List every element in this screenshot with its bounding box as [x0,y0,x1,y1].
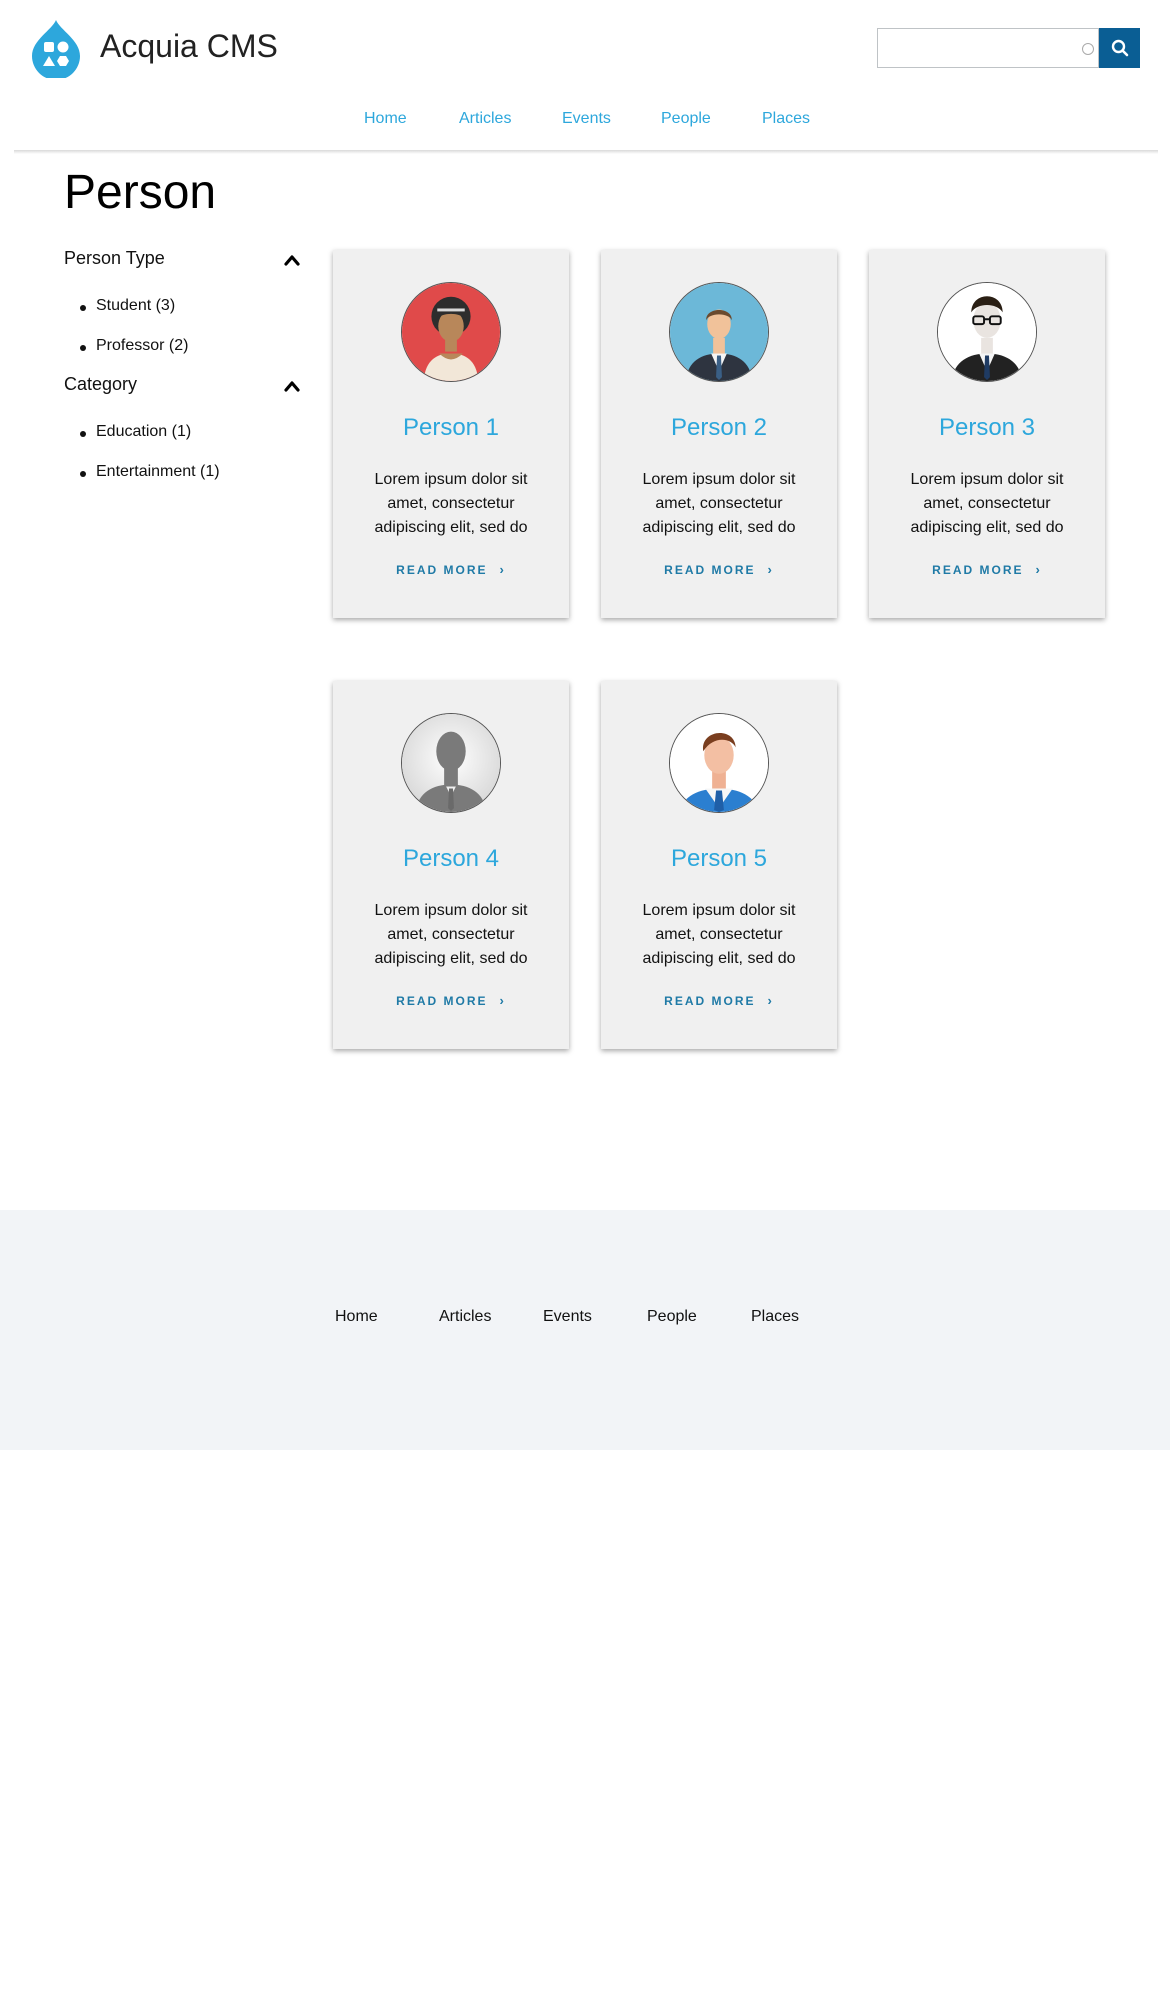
read-more-label: READ MORE [932,563,1024,577]
facet-toggle-person-type[interactable]: Person Type [64,248,302,274]
card-title[interactable]: Person 4 [333,845,569,873]
footer-link-articles[interactable]: Articles [439,1308,491,1326]
facet-label: Category [64,374,138,394]
man-avatar-icon [669,713,769,813]
nav-link-home[interactable]: Home [364,110,407,128]
read-more-label: READ MORE [664,563,756,577]
woman-avatar-icon [401,282,501,382]
person-card[interactable]: Person 3 Lorem ipsum dolor sit amet, con… [869,250,1105,618]
read-more-label: READ MORE [664,994,756,1008]
site-name[interactable]: Acquia CMS [100,28,278,65]
facet-item-professor[interactable]: Professor (2) [79,337,188,355]
search-button[interactable] [1099,28,1140,68]
nav-link-articles[interactable]: Articles [459,110,511,128]
footer-link-people[interactable]: People [647,1308,697,1326]
chevron-up-icon[interactable] [282,250,302,270]
footer-link-home[interactable]: Home [335,1308,378,1326]
person-card[interactable]: Person 4 Lorem ipsum dolor sit amet, con… [333,681,569,1049]
read-more-label: READ MORE [396,563,488,577]
page-title: Person [64,166,217,219]
chevron-up-icon[interactable] [282,376,302,396]
card-summary: Lorem ipsum dolor sit amet, consectetur … [374,902,528,967]
chevron-right-icon: › [767,993,774,1008]
drupal-logo-icon[interactable] [30,18,82,78]
footer-link-events[interactable]: Events [543,1308,592,1326]
facet-item-education[interactable]: Education (1) [79,423,191,441]
read-more-link[interactable]: READ MORE › [869,562,1105,577]
nav-link-events[interactable]: Events [562,110,611,128]
search-icon [1111,39,1128,57]
main-nav: Home Articles Events People Places [0,110,1170,136]
person-card[interactable]: Person 5 Lorem ipsum dolor sit amet, con… [601,681,837,1049]
glasses-man-avatar-icon [937,282,1037,382]
search-input[interactable] [878,29,1098,67]
read-more-link[interactable]: READ MORE › [601,993,837,1008]
footer-link-places[interactable]: Places [751,1308,799,1326]
card-summary: Lorem ipsum dolor sit amet, consectetur … [642,471,796,536]
card-title[interactable]: Person 3 [869,414,1105,442]
nav-link-places[interactable]: Places [762,110,810,128]
chevron-right-icon: › [1035,562,1042,577]
facet-item-entertainment[interactable]: Entertainment (1) [80,463,220,481]
nav-link-people[interactable]: People [661,110,711,128]
read-more-link[interactable]: READ MORE › [333,993,569,1008]
card-summary: Lorem ipsum dolor sit amet, consectetur … [910,471,1064,536]
facet-item-student[interactable]: Student (3) [79,297,175,315]
site-footer: Home Articles Events People Places [0,1210,1170,1450]
facet-label: Person Type [64,248,165,268]
businessman-avatar-icon [669,282,769,382]
read-more-label: READ MORE [396,994,488,1008]
read-more-link[interactable]: READ MORE › [601,562,837,577]
chevron-right-icon: › [499,562,506,577]
card-summary: Lorem ipsum dolor sit amet, consectetur … [374,471,528,536]
read-more-link[interactable]: READ MORE › [333,562,569,577]
loading-spinner-icon [1082,43,1094,55]
person-card[interactable]: Person 2 Lorem ipsum dolor sit amet, con… [601,250,837,618]
chevron-right-icon: › [499,993,506,1008]
header-divider [14,150,1158,154]
silhouette-avatar-icon [401,713,501,813]
person-card[interactable]: Person 1 Lorem ipsum dolor sit amet, con… [333,250,569,618]
card-title[interactable]: Person 2 [601,414,837,442]
search-input-wrapper [877,28,1099,68]
card-summary: Lorem ipsum dolor sit amet, consectetur … [642,902,796,967]
card-title[interactable]: Person 5 [601,845,837,873]
facet-toggle-category[interactable]: Category [64,374,302,400]
card-title[interactable]: Person 1 [333,414,569,442]
chevron-right-icon: › [767,562,774,577]
site-header: Acquia CMS Home Articles Events People P… [0,0,1170,152]
